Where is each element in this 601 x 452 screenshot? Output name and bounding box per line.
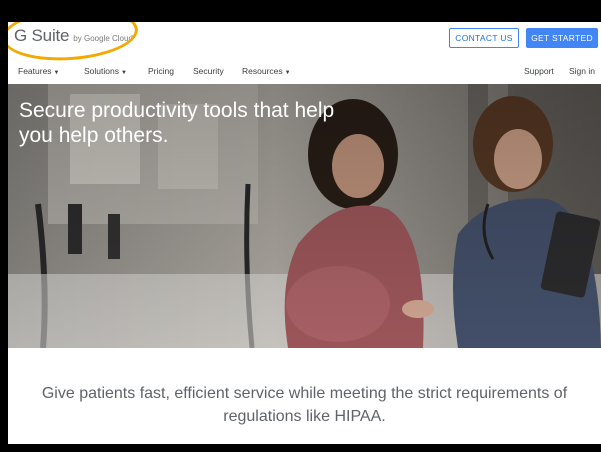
nav-item-label: Features — [18, 66, 52, 76]
tagline: Give patients fast, efficient service wh… — [41, 385, 568, 425]
nav-item-label: Solutions — [84, 66, 119, 76]
nav-item-sign-in[interactable]: Sign in — [569, 66, 595, 76]
nav-item-label: Resources — [242, 66, 283, 76]
gsuite-logo[interactable]: G Suite by Google Cloud — [14, 26, 133, 46]
nav-item-security[interactable]: Security — [193, 66, 224, 76]
hero-title: Secure productivity tools that help you … — [19, 99, 335, 147]
nav-item-pricing[interactable]: Pricing — [148, 66, 174, 76]
site-header: G Suite by Google Cloud CONTACT US GET S… — [8, 22, 601, 84]
get-started-button[interactable]: GET STARTED — [526, 28, 598, 48]
logo-byline: by Google Cloud — [73, 34, 133, 43]
hero-section: Secure productivity tools that help you … — [8, 84, 601, 348]
logo-wordmark: G Suite — [14, 26, 70, 45]
nav-item-support[interactable]: Support — [524, 66, 554, 76]
nav-item-solutions[interactable]: Solutions ▼ — [84, 66, 127, 76]
caret-down-icon: ▼ — [53, 70, 60, 76]
caret-down-icon: ▼ — [120, 70, 127, 76]
contact-us-button[interactable]: CONTACT US — [449, 28, 519, 48]
nav-item-resources[interactable]: Resources ▼ — [242, 66, 291, 76]
nav-item-features[interactable]: Features ▼ — [18, 66, 60, 76]
caret-down-icon: ▼ — [284, 70, 291, 76]
main-nav: Features ▼ Solutions ▼ Pricing Security Re… — [8, 60, 601, 82]
gsuite-page: G Suite by Google Cloud CONTACT US GET S… — [8, 22, 601, 444]
